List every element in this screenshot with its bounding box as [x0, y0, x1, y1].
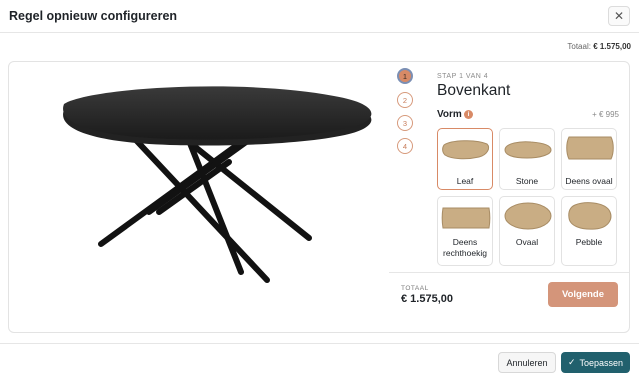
deens-rechthoekig-shape-thumbnail: [441, 207, 491, 229]
table-top: [63, 86, 372, 140]
dialog-header: Regel opnieuw configureren ✕: [0, 0, 639, 33]
configurator-panel: 1 2 3 4 STAP 1 VAN 4 Bovenkant Vorm i + …: [8, 61, 630, 333]
header-total: Totaal: € 1.575,00: [567, 42, 631, 51]
check-icon: ✓: [567, 357, 576, 367]
option-deens-rechthoekig[interactable]: Deens rechthoekig: [437, 196, 493, 266]
shape-options: Leaf Stone Deens ovaal Deens rechthoekig…: [437, 128, 629, 278]
apply-button-label: Toepassen: [579, 357, 624, 368]
table-render: [63, 86, 372, 283]
summary-total-label: TOTAAL: [401, 285, 429, 292]
summary-divider: [389, 272, 629, 273]
option-label: Pebble: [575, 237, 603, 247]
header-total-label: Totaal:: [567, 42, 591, 51]
option-deens-ovaal[interactable]: Deens ovaal: [561, 128, 617, 190]
option-label: Ovaal: [515, 237, 539, 247]
step-1[interactable]: 1: [397, 68, 413, 84]
step-2[interactable]: 2: [397, 92, 413, 108]
footer-divider: [0, 343, 639, 344]
step-4[interactable]: 4: [397, 138, 413, 154]
option-group-price: + € 995: [592, 110, 619, 119]
config-section: STAP 1 VAN 4 Bovenkant Vorm i + € 995 Le…: [437, 62, 629, 272]
close-button[interactable]: ✕: [608, 6, 630, 26]
summary-total-value: € 1.575,00: [401, 293, 453, 305]
option-group-label: Vorm: [437, 109, 462, 120]
option-ovaal[interactable]: Ovaal: [499, 196, 555, 266]
table-legs: [98, 119, 312, 283]
option-group-header: Vorm i + € 995: [437, 109, 619, 121]
ovaal-shape-thumbnail: [504, 202, 552, 230]
dialog-title: Regel opnieuw configureren: [9, 9, 178, 23]
leaf-shape-thumbnail: [442, 140, 490, 160]
product-preview[interactable]: [9, 62, 389, 332]
configure-dialog: Regel opnieuw configureren ✕ Totaal: € 1…: [0, 0, 639, 381]
option-stone[interactable]: Stone: [499, 128, 555, 190]
option-label: Leaf: [456, 176, 474, 186]
next-button[interactable]: Volgende: [548, 282, 618, 307]
info-icon[interactable]: i: [464, 110, 473, 119]
apply-button[interactable]: ✓ Toepassen: [561, 352, 630, 373]
option-pebble[interactable]: Pebble: [561, 196, 617, 266]
option-label: Stone: [515, 176, 539, 186]
close-icon: ✕: [613, 9, 625, 23]
cancel-button[interactable]: Annuleren: [498, 352, 556, 373]
option-label: Deens rechthoekig: [443, 237, 487, 258]
pebble-shape-thumbnail: [568, 202, 612, 230]
deens-ovaal-shape-thumbnail: [566, 136, 614, 160]
step-label: STAP 1 VAN 4: [437, 73, 489, 80]
section-title: Bovenkant: [437, 82, 511, 99]
step-3[interactable]: 3: [397, 115, 413, 131]
header-total-value: € 1.575,00: [593, 42, 631, 51]
option-leaf[interactable]: Leaf: [437, 128, 493, 190]
option-label: Deens ovaal: [565, 176, 613, 186]
stone-shape-thumbnail: [504, 141, 552, 159]
